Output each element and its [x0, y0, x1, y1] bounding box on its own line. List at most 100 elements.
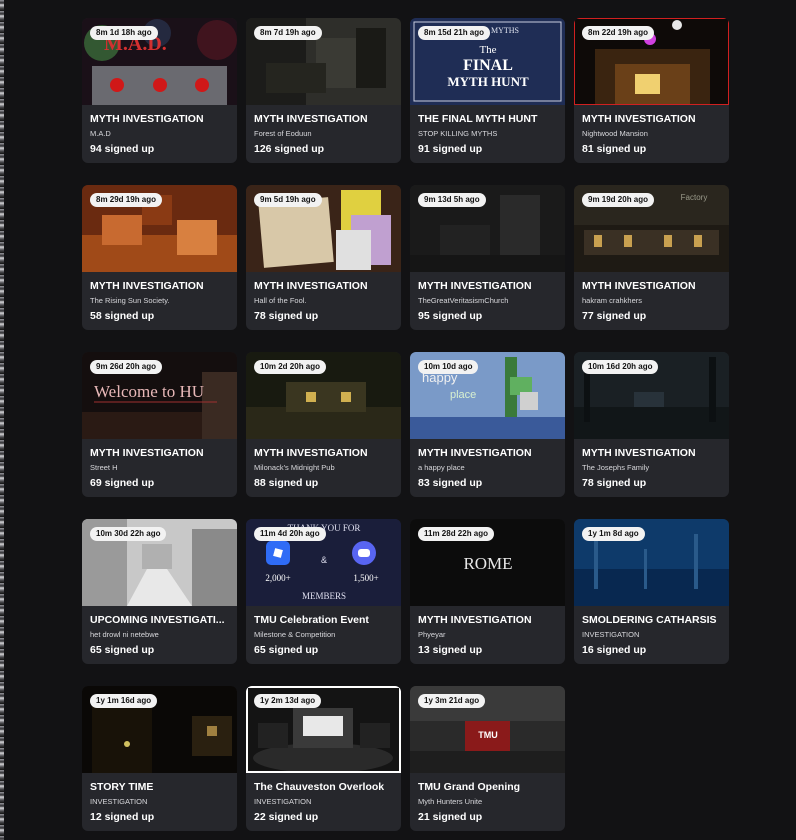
time-badge: 11m 4d 20h ago	[254, 527, 326, 541]
event-title: UPCOMING INVESTIGATI...	[90, 614, 225, 626]
signup-count: 22 signed up	[254, 811, 319, 823]
event-subtitle: het drowl ni netebwe	[90, 630, 159, 639]
signup-count: 78 signed up	[582, 477, 647, 489]
event-title: SMOLDERING CATHARSIS	[582, 614, 717, 626]
event-card[interactable]: Factory 9m 19d 20h ago MYTH INVESTIGATIO…	[574, 185, 729, 330]
time-badge: 9m 5d 19h ago	[254, 193, 322, 207]
event-card[interactable]: 10m 30d 22h ago UPCOMING INVESTIGATI... …	[82, 519, 237, 664]
time-badge: 1y 3m 21d ago	[418, 694, 486, 708]
event-card[interactable]: 1y 2m 13d ago The Chauveston Overlook IN…	[246, 686, 401, 831]
thumb-text: MEMBERS	[302, 591, 346, 601]
event-subtitle: INVESTIGATION	[90, 797, 148, 806]
event-card[interactable]: M.A.D. 8m 1d 18h ago MYTH INVESTIGATION …	[82, 18, 237, 163]
time-badge: 10m 2d 20h ago	[254, 360, 327, 374]
time-badge: 10m 10d ago	[418, 360, 479, 374]
thumb-text: &	[321, 555, 327, 565]
event-title: MYTH INVESTIGATION	[254, 113, 368, 125]
event-card[interactable]: ROME 11m 28d 22h ago MYTH INVESTIGATION …	[410, 519, 565, 664]
thumb-text: The	[479, 44, 496, 56]
event-title: MYTH INVESTIGATION	[418, 447, 532, 459]
time-badge: 9m 19d 20h ago	[582, 193, 655, 207]
signup-count: 69 signed up	[90, 477, 155, 489]
thumb-text: 1,500+	[353, 573, 378, 583]
thumb-text: place	[450, 389, 476, 401]
event-card[interactable]: 1y 1m 8d ago SMOLDERING CATHARSIS INVEST…	[574, 519, 729, 664]
thumb-text: FINAL	[463, 57, 513, 74]
event-title: STORY TIME	[90, 781, 154, 793]
signup-count: 91 signed up	[418, 143, 483, 155]
signup-count: 81 signed up	[582, 143, 647, 155]
event-subtitle: Phyeyar	[418, 630, 446, 639]
event-title: TMU Grand Opening	[418, 781, 521, 793]
signup-count: 21 signed up	[418, 811, 483, 823]
event-subtitle: INVESTIGATION	[254, 797, 312, 806]
event-title: THE FINAL MYTH HUNT	[418, 113, 538, 125]
event-card[interactable]: 1y 1m 16d ago STORY TIME INVESTIGATION 1…	[82, 686, 237, 831]
event-subtitle: hakram crahkhers	[582, 296, 643, 305]
event-card[interactable]: TMU 1y 3m 21d ago TMU Grand Opening Myth…	[410, 686, 565, 831]
event-title: MYTH INVESTIGATION	[582, 113, 696, 125]
event-subtitle: Street H	[90, 463, 118, 472]
time-badge: 10m 30d 22h ago	[90, 527, 167, 541]
event-subtitle: The Rising Sun Society.	[90, 296, 170, 305]
thumb-text: Welcome to HU	[94, 382, 204, 401]
signup-count: 126 signed up	[254, 143, 325, 155]
event-title: TMU Celebration Event	[254, 614, 369, 626]
signup-count: 77 signed up	[582, 310, 647, 322]
time-badge: 1y 1m 16d ago	[90, 694, 158, 708]
signup-count: 65 signed up	[90, 644, 155, 656]
time-badge: 1y 1m 8d ago	[582, 527, 645, 541]
event-subtitle: INVESTIGATION	[582, 630, 640, 639]
thumb-text: 2,000+	[265, 573, 290, 583]
event-subtitle: Myth Hunters Unite	[418, 797, 483, 806]
time-badge: 8m 15d 21h ago	[418, 26, 491, 40]
time-badge: 8m 29d 19h ago	[90, 193, 163, 207]
left-edge-strip	[0, 0, 4, 840]
event-subtitle: a happy place	[418, 463, 465, 472]
event-subtitle: STOP KILLING MYTHS	[418, 129, 498, 138]
event-title: The Chauveston Overlook	[254, 781, 385, 793]
event-card[interactable]: MYTHS The FINAL MYTH HUNT 8m 15d 21h ago…	[410, 18, 565, 163]
event-card[interactable]: Welcome to HU 9m 26d 20h ago MYTH INVEST…	[82, 352, 237, 497]
signup-count: 94 signed up	[90, 143, 155, 155]
thumb-text: TMU	[478, 730, 498, 740]
thumb-text: MYTH HUNT	[447, 74, 529, 89]
event-grid: M.A.D. 8m 1d 18h ago MYTH INVESTIGATION …	[82, 18, 742, 840]
event-subtitle: TheGreatVeritasismChurch	[418, 296, 509, 305]
time-badge: 8m 1d 18h ago	[90, 26, 158, 40]
event-card[interactable]: 10m 2d 20h ago MYTH INVESTIGATION Milona…	[246, 352, 401, 497]
thumb-text: ROME	[463, 554, 512, 573]
event-card[interactable]: 8m 7d 19h ago MYTH INVESTIGATION Forest …	[246, 18, 401, 163]
event-subtitle: M.A.D	[90, 129, 111, 138]
event-title: MYTH INVESTIGATION	[254, 280, 368, 292]
time-badge: 8m 22d 19h ago	[582, 26, 655, 40]
event-title: MYTH INVESTIGATION	[582, 280, 696, 292]
event-title: MYTH INVESTIGATION	[418, 280, 532, 292]
event-card[interactable]: 8m 22d 19h ago MYTH INVESTIGATION Nightw…	[574, 18, 729, 163]
signup-count: 16 signed up	[582, 644, 647, 656]
event-title: MYTH INVESTIGATION	[90, 113, 204, 125]
event-title: MYTH INVESTIGATION	[90, 447, 204, 459]
event-card[interactable]: happy place 10m 10d ago MYTH INVESTIGATI…	[410, 352, 565, 497]
time-badge: 11m 28d 22h ago	[418, 527, 495, 541]
thumb-text: Factory	[681, 193, 708, 202]
time-badge: 10m 16d 20h ago	[582, 360, 659, 374]
event-card[interactable]: THANK YOU FOR & 2,000+ 1,500+ MEMBERS 11…	[246, 519, 401, 664]
event-card[interactable]: 9m 5d 19h ago MYTH INVESTIGATION Hall of…	[246, 185, 401, 330]
event-card[interactable]: 9m 13d 5h ago MYTH INVESTIGATION TheGrea…	[410, 185, 565, 330]
event-subtitle: Milonack's Midnight Pub	[254, 463, 335, 472]
event-card[interactable]: 10m 16d 20h ago MYTH INVESTIGATION The J…	[574, 352, 729, 497]
signup-count: 13 signed up	[418, 644, 483, 656]
event-card[interactable]: 8m 29d 19h ago MYTH INVESTIGATION The Ri…	[82, 185, 237, 330]
event-subtitle: Hall of the Fool.	[254, 296, 307, 305]
signup-count: 58 signed up	[90, 310, 155, 322]
event-subtitle: The Josephs Family	[582, 463, 650, 472]
event-title: MYTH INVESTIGATION	[582, 447, 696, 459]
signup-count: 95 signed up	[418, 310, 483, 322]
thumb-text: MYTHS	[491, 26, 519, 35]
signup-count: 88 signed up	[254, 477, 319, 489]
signup-count: 78 signed up	[254, 310, 319, 322]
time-badge: 1y 2m 13d ago	[254, 694, 322, 708]
time-badge: 9m 13d 5h ago	[418, 193, 486, 207]
signup-count: 83 signed up	[418, 477, 483, 489]
